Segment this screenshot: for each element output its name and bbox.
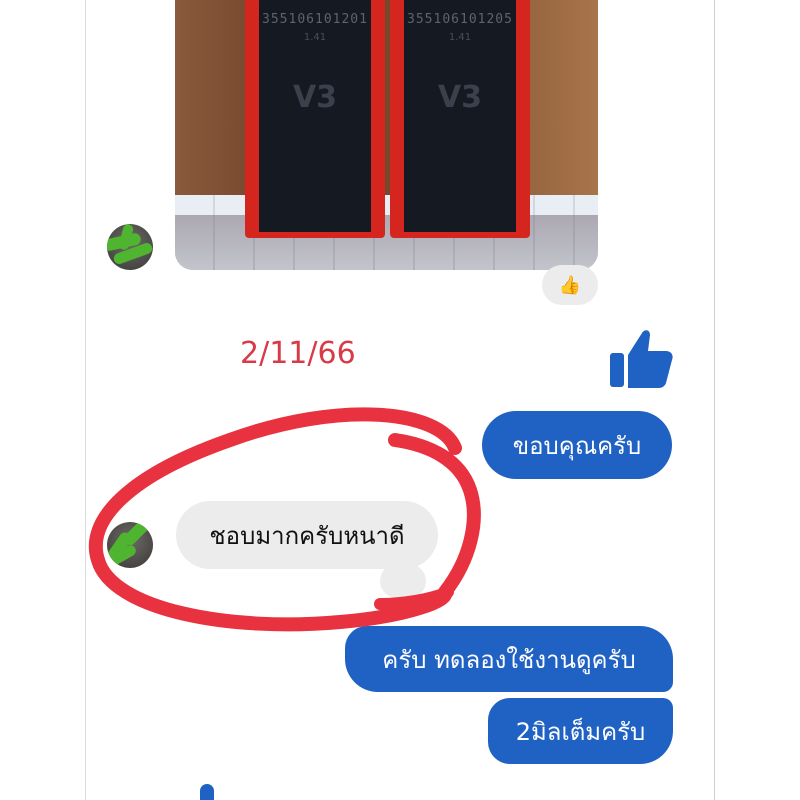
outgoing-message[interactable]: ครับ ทดลองใช้งานดูครับ bbox=[345, 626, 673, 692]
sender-avatar[interactable] bbox=[107, 224, 153, 270]
card-serial: 355106101201 bbox=[262, 12, 368, 27]
message-reaction-badge[interactable] bbox=[380, 564, 426, 598]
date-annotation: 2/11/66 bbox=[240, 336, 356, 371]
card-serial: 355106101205 bbox=[407, 12, 513, 27]
photo-reaction-badge[interactable]: 👍 bbox=[542, 265, 598, 305]
incoming-message[interactable]: ชอบมากครับหนาดี bbox=[176, 501, 438, 569]
photo-background-floor bbox=[175, 215, 598, 270]
product-card-right: 355106101205 1.41 V3 bbox=[390, 0, 530, 238]
card-version: V3 bbox=[437, 80, 483, 115]
chat-left-border bbox=[85, 0, 86, 800]
partial-icon bbox=[200, 784, 214, 800]
sender-avatar[interactable] bbox=[107, 522, 153, 568]
thumbs-up-icon[interactable] bbox=[608, 325, 674, 391]
chat-right-border bbox=[714, 0, 715, 800]
card-sub: 1.41 bbox=[448, 32, 472, 43]
product-card-left: 355106101201 1.41 V3 bbox=[245, 0, 385, 238]
outgoing-message[interactable]: 2มิลเต็มครับ bbox=[488, 698, 673, 764]
photo-message[interactable]: 355106101201 1.41 V3 355106101205 1.41 V… bbox=[175, 0, 598, 270]
card-sub: 1.41 bbox=[303, 32, 327, 43]
card-version: V3 bbox=[292, 80, 338, 115]
outgoing-message[interactable]: ขอบคุณครับ bbox=[482, 411, 672, 479]
thumbs-up-emoji-icon: 👍 bbox=[558, 274, 582, 296]
